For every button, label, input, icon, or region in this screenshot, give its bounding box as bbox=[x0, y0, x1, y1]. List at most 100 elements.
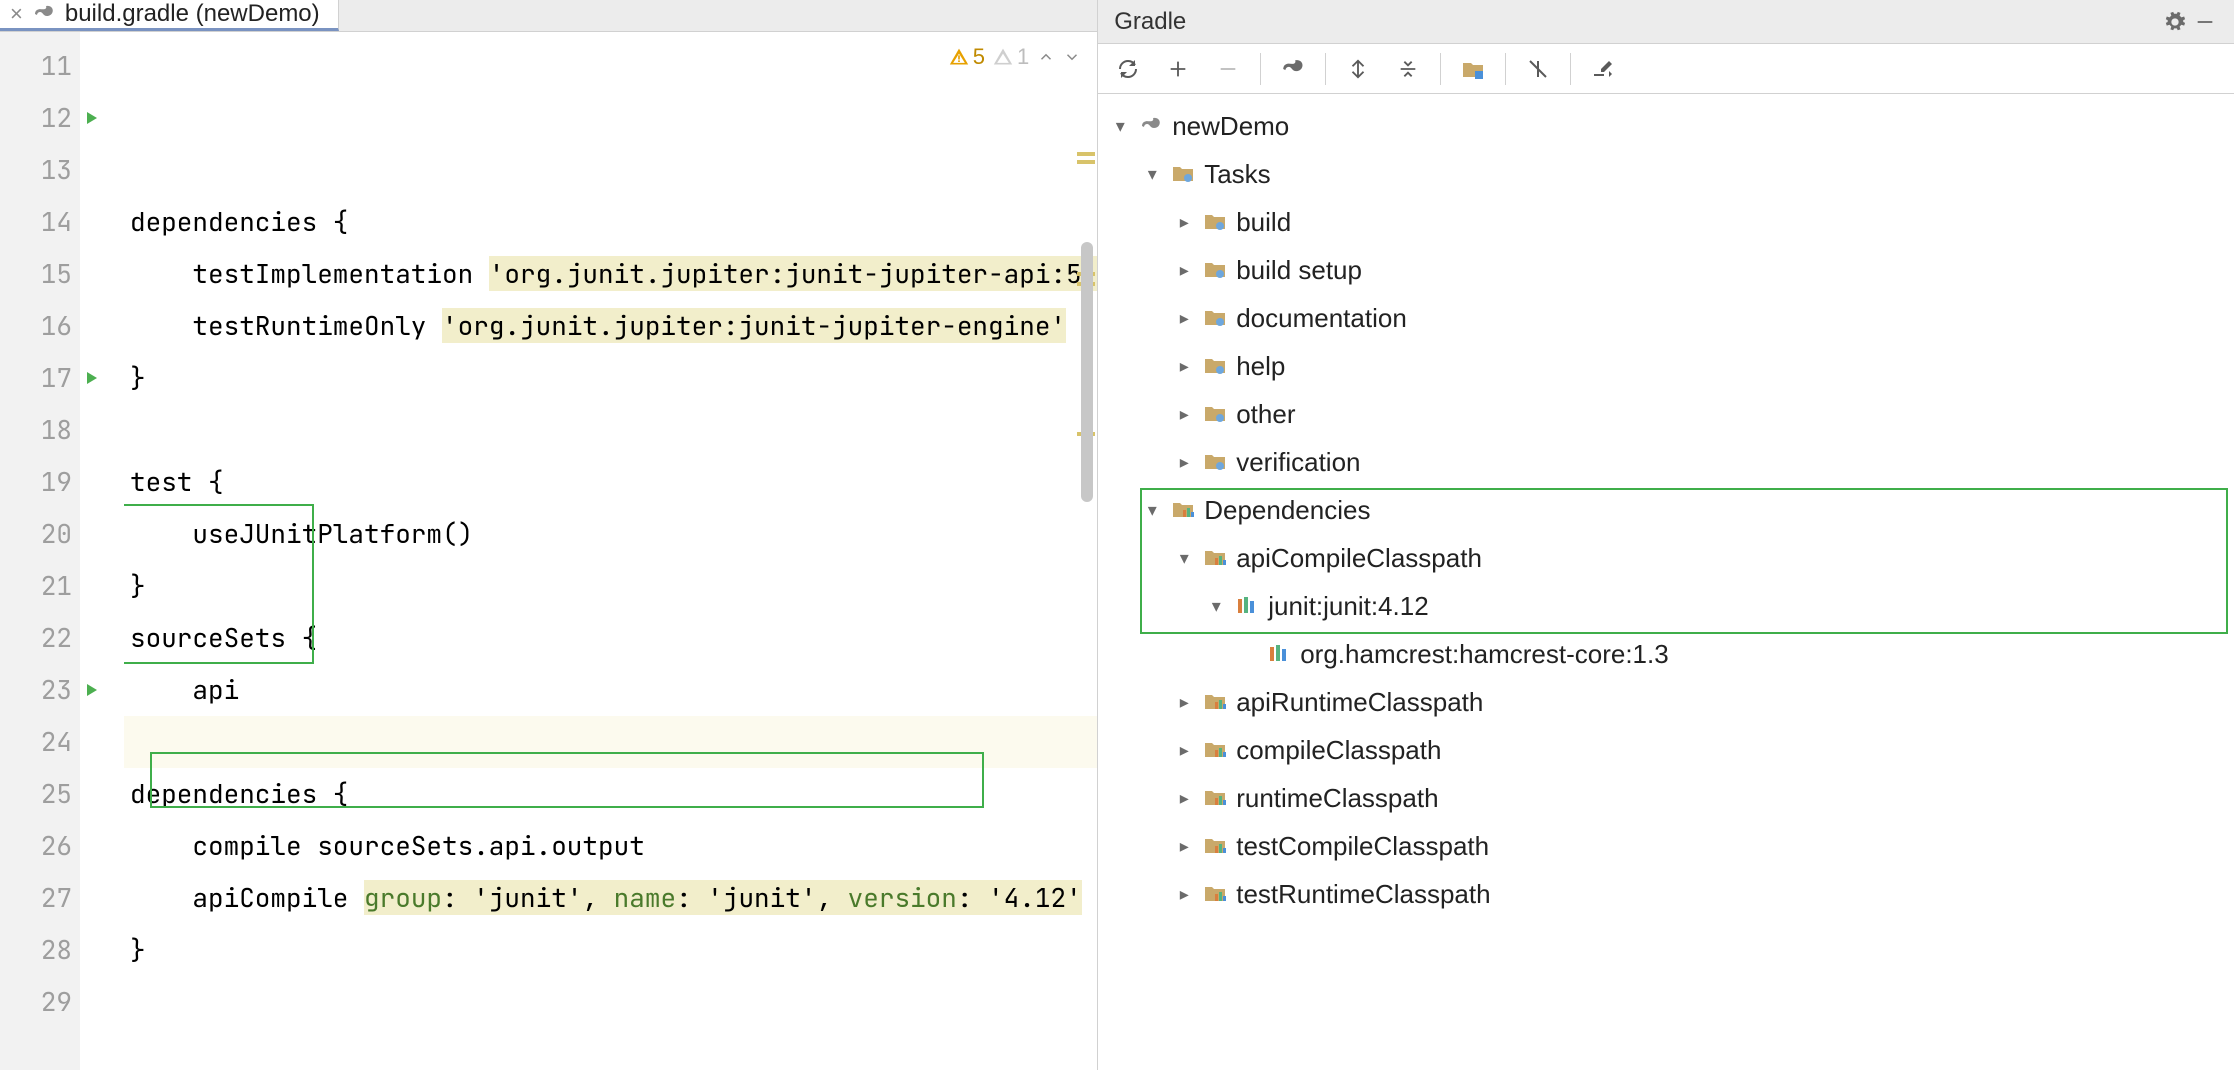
code-line: } bbox=[130, 932, 146, 967]
run-gutter-icon[interactable] bbox=[80, 352, 104, 404]
offline-mode-icon[interactable] bbox=[1516, 49, 1560, 89]
code-text[interactable]: dependencies { testImplementation 'org.j… bbox=[124, 32, 1097, 1070]
folder-gear-icon bbox=[1202, 305, 1228, 331]
folder-gear-icon bbox=[1202, 209, 1228, 235]
tree-node-tasks[interactable]: ▾ Tasks bbox=[1102, 150, 2230, 198]
folder-gear-icon bbox=[1202, 449, 1228, 475]
code-line: test { bbox=[130, 464, 224, 499]
folder-bars-icon bbox=[1202, 785, 1228, 811]
next-highlight-icon[interactable] bbox=[1063, 48, 1081, 66]
refresh-icon[interactable] bbox=[1106, 49, 1150, 89]
tree-node-task[interactable]: ▸documentation bbox=[1102, 294, 2230, 342]
chevron-right-icon[interactable]: ▸ bbox=[1174, 438, 1194, 486]
gradle-panel-title: Gradle bbox=[1114, 8, 2164, 36]
chevron-down-icon[interactable]: ▾ bbox=[1206, 582, 1226, 630]
tree-node-task[interactable]: ▸verification bbox=[1102, 438, 2230, 486]
folder-gear-icon bbox=[1202, 401, 1228, 427]
chevron-right-icon[interactable]: ▸ bbox=[1174, 246, 1194, 294]
warning-count: 5 bbox=[973, 44, 985, 70]
warning-icon[interactable]: 5 bbox=[949, 44, 985, 70]
code-line bbox=[130, 412, 146, 447]
weak-warning-count: 1 bbox=[1017, 44, 1029, 70]
folder-bars-icon bbox=[1202, 545, 1228, 571]
add-icon[interactable] bbox=[1156, 49, 1200, 89]
code-line: useJUnitPlatform() bbox=[130, 516, 473, 551]
chevron-right-icon[interactable]: ▸ bbox=[1174, 294, 1194, 342]
code-area[interactable]: 5 1 111213141516171819202122232425262728… bbox=[0, 32, 1097, 1070]
tree-node-dep-group[interactable]: ▸runtimeClasspath bbox=[1102, 774, 2230, 822]
prev-highlight-icon[interactable] bbox=[1037, 48, 1055, 66]
code-line: compile sourceSets.api.output bbox=[130, 828, 645, 863]
tree-node-task[interactable]: ▸build setup bbox=[1102, 246, 2230, 294]
run-gutter bbox=[80, 32, 104, 1070]
chevron-right-icon[interactable]: ▸ bbox=[1174, 390, 1194, 438]
code-line: } bbox=[130, 568, 146, 603]
code-line: dependencies { bbox=[130, 204, 348, 239]
editor-tabbar: × build.gradle (newDemo) bbox=[0, 0, 1097, 32]
tree-node-root[interactable]: ▾ newDemo bbox=[1102, 102, 2230, 150]
code-line: api bbox=[130, 672, 239, 707]
chevron-right-icon[interactable]: ▸ bbox=[1174, 822, 1194, 870]
folder-bars-icon bbox=[1170, 497, 1196, 523]
library-icon bbox=[1266, 641, 1292, 667]
chevron-down-icon[interactable]: ▾ bbox=[1142, 486, 1162, 534]
project-structure-icon[interactable] bbox=[1451, 49, 1495, 89]
build-settings-icon[interactable] bbox=[1581, 49, 1625, 89]
code-line bbox=[130, 1036, 146, 1070]
tree-node-task[interactable]: ▸help bbox=[1102, 342, 2230, 390]
editor-pane: × build.gradle (newDemo) 5 1 bbox=[0, 0, 1098, 1070]
tree-node-library[interactable]: ▸org.hamcrest:hamcrest-core:1.3 bbox=[1102, 630, 2230, 678]
gradle-toolbar bbox=[1098, 44, 2234, 94]
inspection-widget[interactable]: 5 1 bbox=[949, 44, 1082, 70]
code-line bbox=[130, 984, 146, 1019]
close-icon[interactable]: × bbox=[10, 3, 23, 25]
code-line: dependencies { bbox=[130, 776, 348, 811]
gradle-icon[interactable] bbox=[1271, 49, 1315, 89]
gradle-panel: Gradle bbox=[1098, 0, 2234, 1070]
expand-all-icon[interactable] bbox=[1336, 49, 1380, 89]
code-line: testImplementation 'org.junit.jupiter:ju… bbox=[130, 256, 1097, 291]
chevron-right-icon[interactable]: ▸ bbox=[1174, 342, 1194, 390]
folder-bars-icon bbox=[1202, 881, 1228, 907]
chevron-right-icon[interactable]: ▸ bbox=[1174, 678, 1194, 726]
chevron-down-icon[interactable]: ▾ bbox=[1174, 534, 1194, 582]
code-line bbox=[130, 152, 146, 187]
library-icon bbox=[1234, 593, 1260, 619]
tree-node-library[interactable]: ▾junit:junit:4.12 bbox=[1102, 582, 2230, 630]
chevron-right-icon[interactable]: ▸ bbox=[1174, 774, 1194, 822]
tree-node-dep-group[interactable]: ▸compileClasspath bbox=[1102, 726, 2230, 774]
gradle-file-icon bbox=[31, 1, 57, 27]
editor-tab-build-gradle[interactable]: × build.gradle (newDemo) bbox=[0, 0, 339, 31]
gradle-tree[interactable]: ▾ newDemo ▾ Tasks ▸build ▸build setup ▸d… bbox=[1098, 94, 2234, 926]
chevron-right-icon[interactable]: ▸ bbox=[1174, 726, 1194, 774]
chevron-right-icon[interactable]: ▸ bbox=[1174, 870, 1194, 918]
code-line: } bbox=[130, 360, 146, 395]
folder-gear-icon bbox=[1202, 353, 1228, 379]
minimize-icon[interactable] bbox=[2194, 11, 2224, 33]
tree-node-task[interactable]: ▸build bbox=[1102, 198, 2230, 246]
tab-filename: build.gradle (newDemo) bbox=[65, 0, 320, 28]
tree-node-task[interactable]: ▸other bbox=[1102, 390, 2230, 438]
tree-node-dep-group[interactable]: ▸testRuntimeClasspath bbox=[1102, 870, 2230, 918]
run-gutter-icon[interactable] bbox=[80, 92, 104, 144]
tree-node-dep-group[interactable]: ▸apiRuntimeClasspath bbox=[1102, 678, 2230, 726]
editor-scrollbar[interactable] bbox=[1077, 32, 1095, 1070]
tree-node-dep-group[interactable]: ▸testCompileClasspath bbox=[1102, 822, 2230, 870]
fold-gutter[interactable] bbox=[104, 32, 124, 1070]
folder-bars-icon bbox=[1202, 833, 1228, 859]
chevron-right-icon[interactable]: ▸ bbox=[1174, 198, 1194, 246]
gear-icon[interactable] bbox=[2164, 11, 2194, 33]
weak-warning-icon[interactable]: 1 bbox=[993, 44, 1029, 70]
code-line: sourceSets { bbox=[130, 620, 317, 655]
tree-node-dependencies[interactable]: ▾ Dependencies bbox=[1102, 486, 2230, 534]
tree-node-dep-group[interactable]: ▾apiCompileClasspath bbox=[1102, 534, 2230, 582]
line-number-gutter[interactable]: 11121314151617181920212223242526272829 bbox=[0, 32, 80, 1070]
collapse-all-icon[interactable] bbox=[1386, 49, 1430, 89]
folder-bars-icon bbox=[1202, 737, 1228, 763]
chevron-down-icon[interactable]: ▾ bbox=[1110, 102, 1130, 150]
remove-icon[interactable] bbox=[1206, 49, 1250, 89]
chevron-down-icon[interactable]: ▾ bbox=[1142, 150, 1162, 198]
gradle-panel-header: Gradle bbox=[1098, 0, 2234, 44]
run-gutter-icon[interactable] bbox=[80, 664, 104, 716]
folder-bars-icon bbox=[1202, 689, 1228, 715]
